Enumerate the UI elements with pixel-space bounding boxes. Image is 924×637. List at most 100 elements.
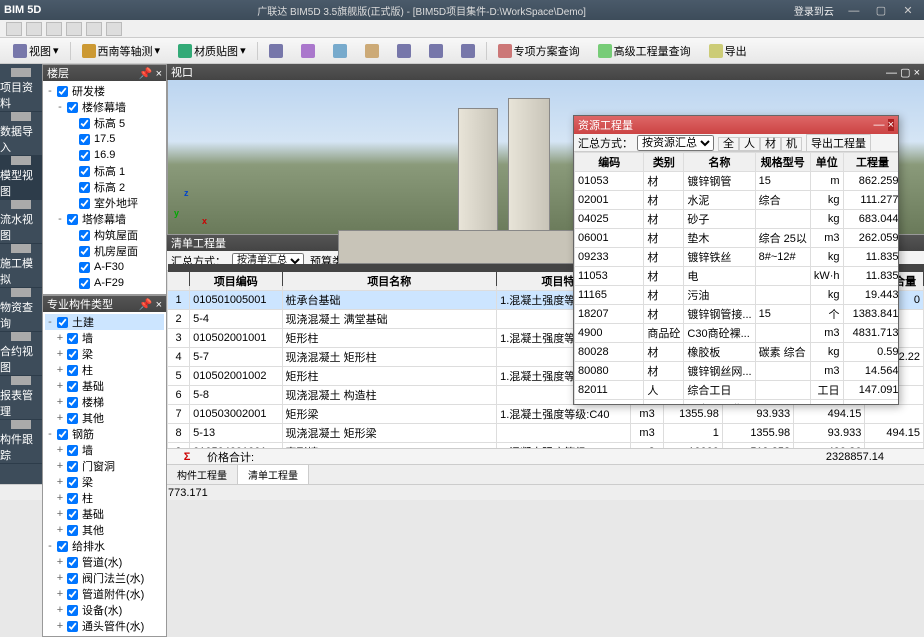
tree-item[interactable]: +阀门法兰(水) bbox=[45, 570, 164, 586]
tool-7[interactable] bbox=[454, 41, 482, 61]
qa-btn-5[interactable] bbox=[86, 22, 102, 36]
table-row[interactable]: 82011人综合工日工日147.09132.534784.88 bbox=[575, 381, 899, 400]
maximize-icon[interactable]: ▢ bbox=[869, 4, 893, 17]
float-summary-select[interactable]: 按资源汇总 bbox=[637, 135, 714, 151]
view-button[interactable]: 视图▾ bbox=[6, 40, 66, 62]
tree-checkbox[interactable] bbox=[67, 349, 78, 360]
resource-qty-window[interactable]: 资源工程量 — × 汇总方式： 按资源汇总 全人材机 导出工程量 编码类别名称规… bbox=[573, 115, 899, 405]
user-cloud[interactable]: 登录到云 bbox=[794, 3, 834, 18]
special-query-button[interactable]: 专项方案查询 bbox=[491, 40, 587, 62]
nav-数据导入[interactable]: 数据导入 bbox=[0, 112, 42, 156]
qa-btn-6[interactable] bbox=[106, 22, 122, 36]
view-angle-dropdown[interactable]: 西南等轴测▾ bbox=[75, 40, 168, 62]
tool-6[interactable] bbox=[422, 41, 450, 61]
tree-checkbox[interactable] bbox=[67, 589, 78, 600]
tree-item[interactable]: +柱 bbox=[45, 362, 164, 378]
component-tree[interactable]: -土建+墙+梁+柱+基础+楼梯+其他-钢筋+墙+门窗洞+梁+柱+基础+其他-给排… bbox=[43, 312, 166, 636]
viewport-max-icon[interactable]: ▢ bbox=[900, 67, 910, 79]
float-export-button[interactable]: 导出工程量 bbox=[806, 134, 871, 152]
table-row[interactable]: 85-13现浇混凝土 矩形梁m311355.9893.933494.15 bbox=[168, 424, 924, 443]
tree-item[interactable]: -塔修幕墙 bbox=[45, 211, 164, 227]
nav-模型视图[interactable]: 模型视图 bbox=[0, 156, 42, 200]
tool-4[interactable] bbox=[358, 41, 386, 61]
tab-构件工程量[interactable]: 构件工程量 bbox=[167, 465, 238, 484]
qa-btn-4[interactable] bbox=[66, 22, 82, 36]
tree-checkbox[interactable] bbox=[79, 118, 90, 129]
nav-流水视图[interactable]: 流水视图 bbox=[0, 200, 42, 244]
tree-item[interactable]: +基础 bbox=[45, 378, 164, 394]
nav-物资查询[interactable]: 物资查询 bbox=[0, 288, 42, 332]
table-row[interactable]: 80080材镀锌钢丝网...m314.5644806990.72 bbox=[575, 362, 899, 381]
tree-checkbox[interactable] bbox=[79, 134, 90, 145]
tree-item[interactable]: 标高 5 bbox=[45, 115, 164, 131]
panel-close-icon[interactable]: × bbox=[156, 299, 162, 311]
tree-checkbox[interactable] bbox=[67, 525, 78, 536]
tool-1[interactable] bbox=[262, 41, 290, 61]
viewport-min-icon[interactable]: — bbox=[886, 67, 897, 79]
table-row[interactable]: 11053材电kW·h11.8353.8586.01 bbox=[575, 267, 899, 286]
tree-item[interactable]: +其他 bbox=[45, 410, 164, 426]
panel-close-icon[interactable]: × bbox=[156, 68, 162, 80]
tree-checkbox[interactable] bbox=[67, 397, 78, 408]
tree-checkbox[interactable] bbox=[67, 573, 78, 584]
tree-checkbox[interactable] bbox=[67, 605, 78, 616]
tree-checkbox[interactable] bbox=[79, 246, 90, 257]
nav-构件跟踪[interactable]: 构件跟踪 bbox=[0, 420, 42, 464]
tree-checkbox[interactable] bbox=[79, 198, 90, 209]
tree-item[interactable]: +梁 bbox=[45, 474, 164, 490]
filter-全[interactable]: 全 bbox=[718, 137, 739, 151]
tree-checkbox[interactable] bbox=[67, 445, 78, 456]
table-row[interactable]: 06001材垫木综合 25以m3262.0590.45117.93 bbox=[575, 229, 899, 248]
tree-item[interactable]: 机房屋面 bbox=[45, 243, 164, 259]
tree-checkbox[interactable] bbox=[79, 262, 90, 273]
tree-checkbox[interactable] bbox=[67, 461, 78, 472]
tree-item[interactable]: A-F30 bbox=[45, 259, 164, 275]
table-row[interactable]: 80028材橡胶板碳素 综合kg0.596.23.66 bbox=[575, 343, 899, 362]
tree-item[interactable]: 17.5 bbox=[45, 131, 164, 147]
tree-item[interactable]: +梁 bbox=[45, 346, 164, 362]
table-row[interactable]: 18207材镀锌钢管接...15个1383.8410.52719.6 bbox=[575, 305, 899, 324]
tree-checkbox[interactable] bbox=[79, 278, 90, 289]
tree-item[interactable]: -研发楼 bbox=[45, 83, 164, 99]
tree-checkbox[interactable] bbox=[57, 541, 68, 552]
close-icon[interactable]: ✕ bbox=[896, 4, 920, 17]
tree-item[interactable]: A-F29 bbox=[45, 275, 164, 291]
pin-icon[interactable]: 📌 bbox=[139, 68, 153, 80]
filter-材[interactable]: 材 bbox=[760, 137, 781, 151]
filter-机[interactable]: 机 bbox=[781, 137, 802, 151]
tree-item[interactable]: +通头管件(水) bbox=[45, 618, 164, 634]
float-close-icon[interactable]: × bbox=[888, 119, 894, 131]
tree-item[interactable]: 标高 1 bbox=[45, 163, 164, 179]
tree-checkbox[interactable] bbox=[67, 381, 78, 392]
building-model-2[interactable] bbox=[508, 98, 550, 234]
tree-checkbox[interactable] bbox=[57, 429, 68, 440]
qa-btn-3[interactable] bbox=[46, 22, 62, 36]
tool-2[interactable] bbox=[294, 41, 322, 61]
tree-checkbox[interactable] bbox=[67, 493, 78, 504]
qa-btn-1[interactable] bbox=[6, 22, 22, 36]
qa-btn-2[interactable] bbox=[26, 22, 42, 36]
tree-item[interactable]: -楼修幕墙 bbox=[45, 99, 164, 115]
minimize-icon[interactable]: — bbox=[842, 5, 866, 17]
building-model-1[interactable] bbox=[458, 108, 498, 234]
floor-tree[interactable]: -研发楼-楼修幕墙标高 517.516.9标高 1标高 2室外地坪-塔修幕墙构筑… bbox=[43, 81, 166, 294]
tree-item[interactable]: A-F28 bbox=[45, 291, 164, 294]
tree-item[interactable]: -给排水 bbox=[45, 538, 164, 554]
float-min-icon[interactable]: — bbox=[874, 119, 885, 131]
tree-checkbox[interactable] bbox=[67, 413, 78, 424]
tree-checkbox[interactable] bbox=[67, 365, 78, 376]
tree-item[interactable]: +墙 bbox=[45, 330, 164, 346]
tree-checkbox[interactable] bbox=[79, 294, 90, 295]
tree-checkbox[interactable] bbox=[57, 86, 68, 97]
table-row[interactable]: 01053材镀锌钢管15m862.2593.993440.41 bbox=[575, 172, 899, 191]
axis-gizmo[interactable]: y x z bbox=[174, 188, 214, 228]
tree-item[interactable]: 室外地坪 bbox=[45, 195, 164, 211]
tree-checkbox[interactable] bbox=[79, 182, 90, 193]
pin-icon[interactable]: 📌 bbox=[139, 299, 153, 311]
tree-checkbox[interactable] bbox=[67, 621, 78, 632]
tree-item[interactable]: 16.9 bbox=[45, 147, 164, 163]
tab-清单工程量[interactable]: 清单工程量 bbox=[238, 465, 309, 484]
tree-item[interactable]: +柱 bbox=[45, 490, 164, 506]
tree-checkbox[interactable] bbox=[67, 509, 78, 520]
tree-item[interactable]: +其他 bbox=[45, 522, 164, 538]
